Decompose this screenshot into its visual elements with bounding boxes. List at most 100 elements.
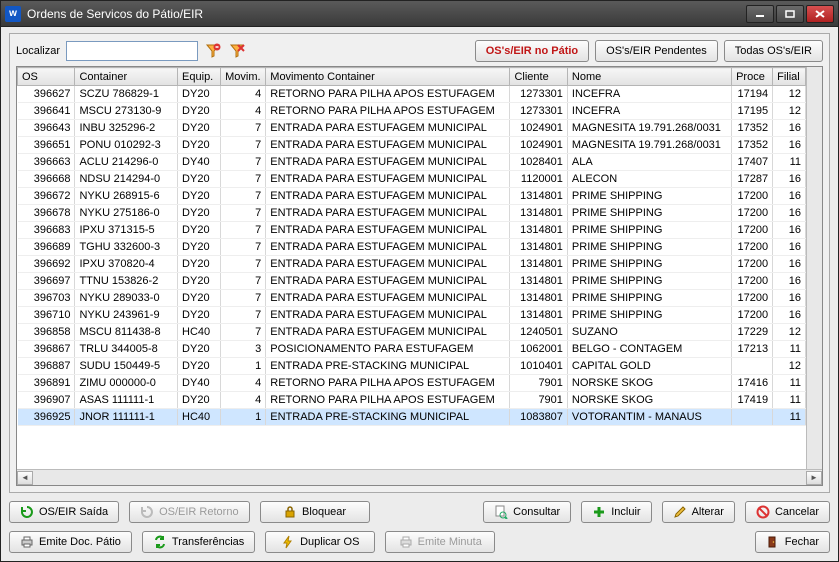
col-filial[interactable]: Filial [773,68,806,86]
cell: TTNU 153826-2 [75,273,178,290]
table-row[interactable]: 396678NYKU 275186-0DY207ENTRADA PARA EST… [18,205,806,222]
emite-doc-button[interactable]: Emite Doc. Pátio [9,531,132,553]
table-row[interactable]: 396641MSCU 273130-9DY204RETORNO PARA PIL… [18,103,806,120]
cell: 396651 [18,137,75,154]
cancelar-button[interactable]: Cancelar [745,501,830,523]
os-eir-retorno-label: OS/EIR Retorno [159,506,238,518]
filter-no-patio-button[interactable]: OS's/EIR no Pátio [475,40,589,62]
cell: 1024901 [510,120,567,137]
emite-minuta-button[interactable]: Emite Minuta [385,531,495,553]
os-eir-saida-button[interactable]: OS/EIR Saída [9,501,119,523]
cell: 1314801 [510,290,567,307]
table-row[interactable]: 396672NYKU 268915-6DY207ENTRADA PARA EST… [18,188,806,205]
cell: 11 [773,392,806,409]
cell: DY20 [178,392,221,409]
cell: HC40 [178,409,221,426]
table-row[interactable]: 396651PONU 010292-3DY207ENTRADA PARA EST… [18,137,806,154]
cell: 1010401 [510,358,567,375]
os-eir-saida-label: OS/EIR Saída [39,506,108,518]
duplicar-os-button[interactable]: Duplicar OS [265,531,375,553]
horizontal-scrollbar[interactable]: ◄ ► [17,469,822,485]
table-row[interactable]: 396925JNOR 111111-1HC401ENTRADA PRE-STAC… [18,409,806,426]
cell: 1314801 [510,205,567,222]
close-button[interactable] [806,5,834,23]
cell: ENTRADA PARA ESTUFAGEM MUNICIPAL [266,324,510,341]
vertical-scrollbar[interactable] [806,67,822,469]
cell: 1314801 [510,307,567,324]
plus-icon [592,505,606,519]
cell: 16 [773,222,806,239]
cell: ZIMU 000000-0 [75,375,178,392]
app-icon: w [5,6,21,22]
cell: 7 [221,137,266,154]
funnel-remove-icon[interactable] [204,42,222,60]
search-input[interactable] [66,41,198,61]
window-title: Ordens de Servicos do Pátio/EIR [27,7,746,21]
table-row[interactable]: 396710NYKU 243961-9DY207ENTRADA PARA EST… [18,307,806,324]
cell: 11 [773,409,806,426]
cell: NYKU 243961-9 [75,307,178,324]
table-row[interactable]: 396907ASAS 111111-1DY204RETORNO PARA PIL… [18,392,806,409]
filter-pendentes-button[interactable]: OS's/EIR Pendentes [595,40,718,62]
table-row[interactable]: 396887SUDU 150449-5DY201ENTRADA PRE-STAC… [18,358,806,375]
cell: SCZU 786829-1 [75,86,178,103]
table-row[interactable]: 396663ACLU 214296-0DY407ENTRADA PARA EST… [18,154,806,171]
transferencias-button[interactable]: Transferências [142,531,255,553]
cell: 396689 [18,239,75,256]
col-container[interactable]: Container [75,68,178,86]
cell: 17419 [732,392,773,409]
table-row[interactable]: 396643INBU 325296-2DY207ENTRADA PARA EST… [18,120,806,137]
col-os[interactable]: OS [18,68,75,86]
cell: 4 [221,86,266,103]
cell: DY40 [178,375,221,392]
filter-todas-button[interactable]: Todas OS's/EIR [724,40,823,62]
cell: 11 [773,375,806,392]
cell: 16 [773,205,806,222]
funnel-clear-icon[interactable] [228,42,246,60]
table-row[interactable]: 396891ZIMU 000000-0DY404RETORNO PARA PIL… [18,375,806,392]
duplicar-os-label: Duplicar OS [300,536,359,548]
table-row[interactable]: 396668NDSU 214294-0DY207ENTRADA PARA EST… [18,171,806,188]
col-mov-container[interactable]: Movimento Container [266,68,510,86]
cell: 17200 [732,307,773,324]
bloquear-button[interactable]: Bloquear [260,501,370,523]
consultar-button[interactable]: Consultar [483,501,571,523]
cell: DY20 [178,86,221,103]
col-proce[interactable]: Proce [732,68,773,86]
table-row[interactable]: 396867TRLU 344005-8DY203POSICIONAMENTO P… [18,341,806,358]
cell: HC40 [178,324,221,341]
col-cliente[interactable]: Cliente [510,68,567,86]
cell: DY20 [178,103,221,120]
cell: 17229 [732,324,773,341]
scroll-right-icon[interactable]: ► [806,471,822,485]
fechar-button[interactable]: Fechar [755,531,830,553]
cell: ENTRADA PRE-STACKING MUNICIPAL [266,409,510,426]
cell: INCEFRA [567,103,731,120]
table-row[interactable]: 396858MSCU 811438-8HC407ENTRADA PARA EST… [18,324,806,341]
table-row[interactable]: 396627SCZU 786829-1DY204RETORNO PARA PIL… [18,86,806,103]
col-equip[interactable]: Equip. [178,68,221,86]
col-movim[interactable]: Movim. [221,68,266,86]
col-nome[interactable]: Nome [567,68,731,86]
minimize-button[interactable] [746,5,774,23]
alterar-button[interactable]: Alterar [662,501,735,523]
cell: 1273301 [510,86,567,103]
cell: PRIME SHIPPING [567,307,731,324]
data-table[interactable]: OS Container Equip. Movim. Movimento Con… [17,67,806,426]
cell [732,409,773,426]
table-row[interactable]: 396697TTNU 153826-2DY207ENTRADA PARA EST… [18,273,806,290]
cell: DY20 [178,239,221,256]
table-row[interactable]: 396703NYKU 289033-0DY207ENTRADA PARA EST… [18,290,806,307]
table-row[interactable]: 396683IPXU 371315-5DY207ENTRADA PARA EST… [18,222,806,239]
incluir-button[interactable]: Incluir [581,501,651,523]
table-row[interactable]: 396689TGHU 332600-3DY207ENTRADA PARA EST… [18,239,806,256]
scroll-left-icon[interactable]: ◄ [17,471,33,485]
cell: 4 [221,103,266,120]
bolt-icon [281,535,295,549]
table-row[interactable]: 396692IPXU 370820-4DY207ENTRADA PARA EST… [18,256,806,273]
cell: SUDU 150449-5 [75,358,178,375]
os-eir-retorno-button[interactable]: OS/EIR Retorno [129,501,249,523]
cell: PRIME SHIPPING [567,188,731,205]
transferencias-label: Transferências [172,536,244,548]
maximize-button[interactable] [776,5,804,23]
